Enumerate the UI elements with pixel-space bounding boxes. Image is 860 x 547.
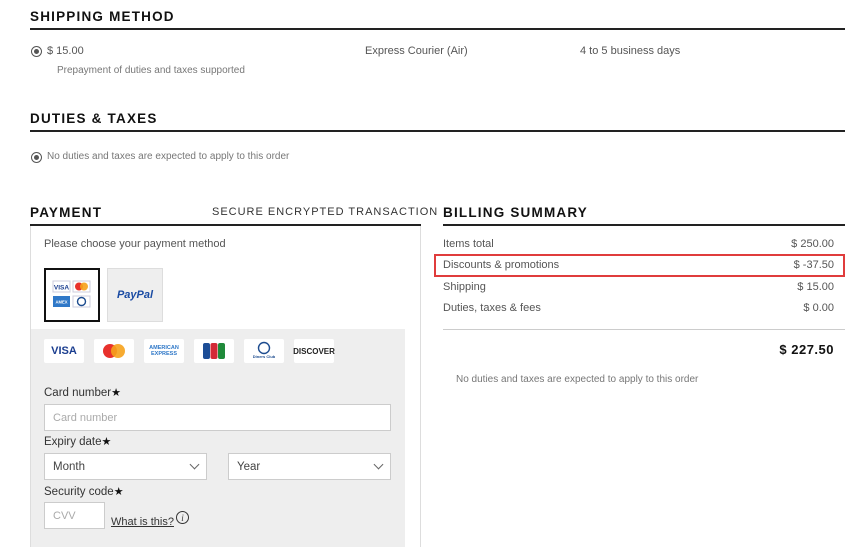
payment-right-border bbox=[420, 226, 421, 547]
duties-taxes-title: DUTIES & TAXES bbox=[30, 111, 158, 126]
expiry-month-select[interactable]: Month bbox=[44, 453, 207, 480]
cards-icon: VISA AMEX bbox=[52, 280, 91, 308]
billing-row-shipping: Shipping $ 15.00 bbox=[443, 281, 834, 293]
duties-radio[interactable] bbox=[31, 152, 42, 163]
year-value: Year bbox=[237, 460, 261, 473]
shipping-radio[interactable] bbox=[31, 46, 42, 57]
shipping-carrier: Express Courier (Air) bbox=[365, 45, 468, 57]
chevron-down-icon bbox=[189, 459, 200, 470]
svg-text:VISA: VISA bbox=[54, 285, 69, 292]
mastercard-logo bbox=[94, 339, 134, 363]
jcb-logo bbox=[194, 339, 234, 363]
billing-summary-title: BILLING SUMMARY bbox=[443, 205, 588, 220]
billing-row-duties: Duties, taxes & fees $ 0.00 bbox=[443, 302, 834, 314]
visa-logo: VISA bbox=[44, 339, 84, 363]
what-is-this-link[interactable]: What is this? bbox=[111, 516, 174, 528]
diners-club-logo: Diners Club bbox=[244, 339, 284, 363]
svg-text:AMEX: AMEX bbox=[55, 300, 67, 305]
card-number-input[interactable]: Card number bbox=[44, 404, 391, 431]
card-method-option[interactable]: VISA AMEX bbox=[44, 268, 100, 322]
svg-text:Diners Club: Diners Club bbox=[253, 354, 276, 359]
chevron-down-icon bbox=[373, 459, 384, 470]
paypal-logo: PayPal bbox=[116, 289, 154, 301]
billing-row-discounts: Discounts & promotions $ -37.50 bbox=[443, 259, 834, 271]
expiry-date-label: Expiry date★ bbox=[44, 436, 112, 448]
duties-divider bbox=[30, 130, 845, 132]
security-code-label: Security code★ bbox=[44, 486, 124, 498]
billing-total: $ 227.50 bbox=[779, 342, 834, 357]
discover-logo: DISCOVER bbox=[293, 339, 335, 363]
info-icon[interactable]: i bbox=[176, 511, 189, 524]
duties-option-label: No duties and taxes are expected to appl… bbox=[47, 151, 290, 162]
choose-payment-label: Please choose your payment method bbox=[44, 238, 226, 250]
payment-title: PAYMENT bbox=[30, 205, 103, 220]
payment-divider bbox=[30, 224, 421, 226]
billing-row-items-total: Items total $ 250.00 bbox=[443, 238, 834, 250]
card-number-label: Card number★ bbox=[44, 387, 121, 399]
shipping-method-title: SHIPPING METHOD bbox=[30, 9, 175, 24]
shipping-price: $ 15.00 bbox=[47, 45, 84, 57]
amex-logo: AMERICAN EXPRESS bbox=[144, 339, 184, 363]
shipping-divider bbox=[30, 28, 845, 30]
shipping-eta: 4 to 5 business days bbox=[580, 45, 681, 57]
shipping-prepay-note: Prepayment of duties and taxes supported bbox=[57, 65, 245, 76]
month-value: Month bbox=[53, 460, 85, 473]
billing-duties-note: No duties and taxes are expected to appl… bbox=[456, 374, 699, 385]
billing-total-divider bbox=[443, 329, 845, 330]
billing-divider bbox=[443, 224, 845, 226]
secure-transaction-label: SECURE ENCRYPTED TRANSACTION bbox=[212, 206, 439, 218]
expiry-year-select[interactable]: Year bbox=[228, 453, 391, 480]
paypal-method-option[interactable]: PayPal bbox=[107, 268, 163, 322]
cvv-input[interactable]: CVV bbox=[44, 502, 105, 529]
